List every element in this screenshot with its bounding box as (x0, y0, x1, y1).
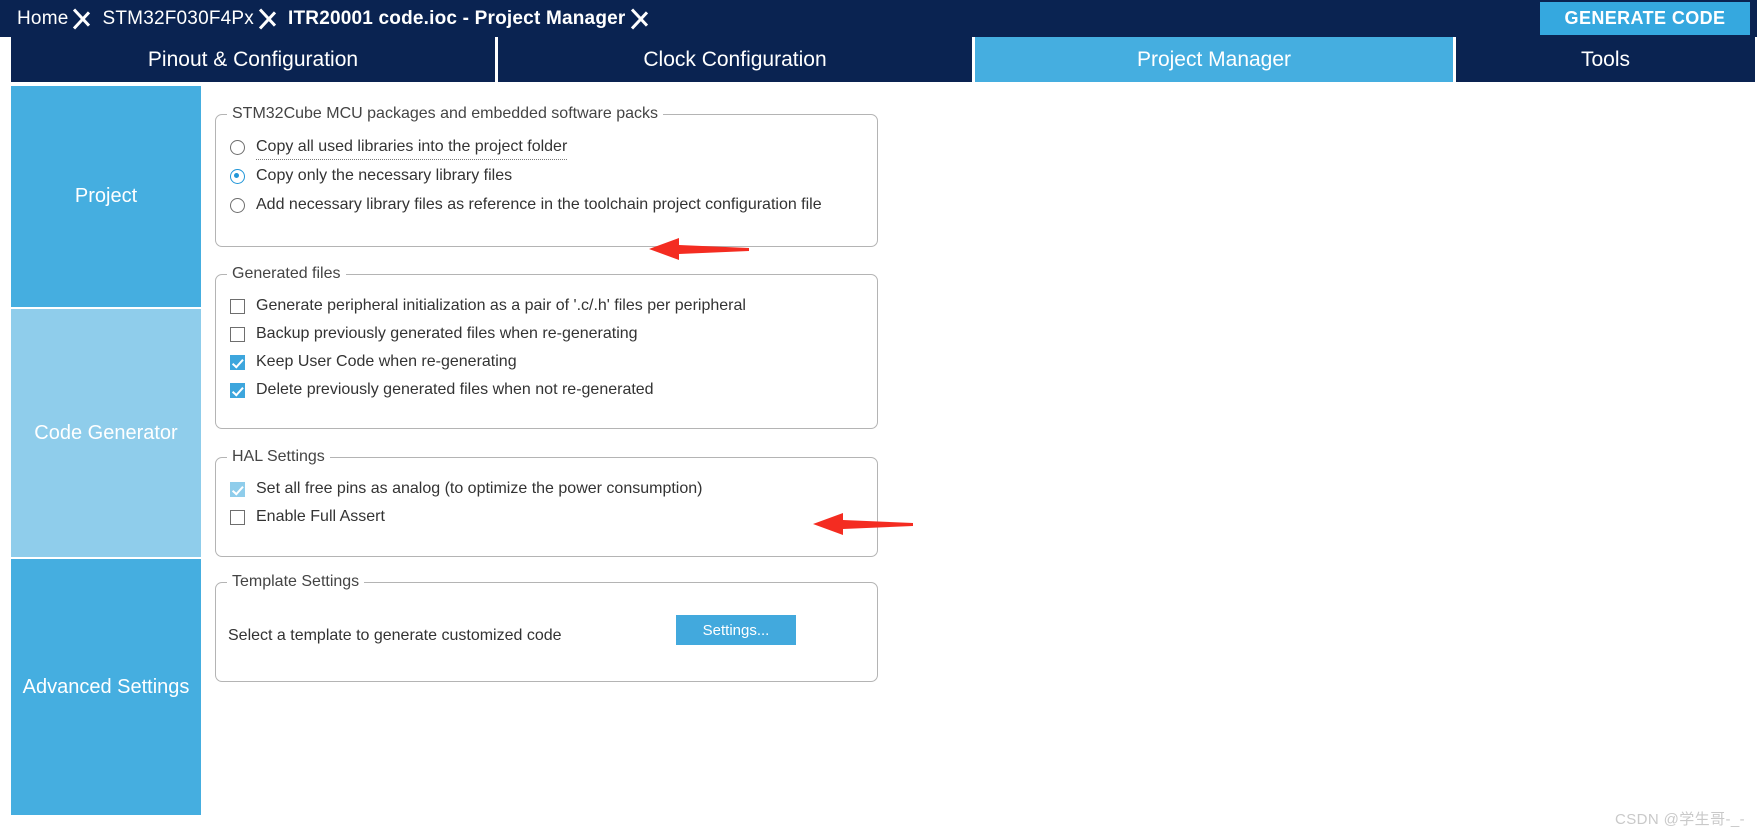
radio-icon (230, 168, 245, 184)
breadcrumb-label: STM32F030F4Px (102, 7, 254, 29)
checkbox-icon (230, 481, 245, 497)
watermark: CSDN @学生哥-_- (1614, 811, 1745, 828)
sidebar-item-advanced-settings[interactable]: Advanced Settings (11, 559, 201, 815)
stm32cubemx-window: Home STM32F030F4Px ITR20001 code.ioc - P… (0, 0, 1757, 839)
option-label: Delete previously generated files when n… (256, 381, 654, 398)
option-label: Set all free pins as analog (to optimize… (256, 480, 703, 497)
checkbox-keep-user-code[interactable]: Keep User Code when re-generating (230, 353, 517, 371)
option-label: Copy all used libraries into the project… (256, 138, 568, 160)
code-generator-panel: STM32Cube MCU packages and embedded soft… (201, 86, 1757, 839)
option-label: Copy only the necessary library files (256, 167, 513, 184)
checkbox-icon (230, 382, 245, 398)
group-generated-files: Generated files Generate peripheral init… (215, 265, 878, 429)
tab-label: Tools (1580, 47, 1631, 71)
main-tab-bar: Pinout & Configuration Clock Configurati… (0, 37, 1757, 82)
breadcrumb-label: Home (17, 7, 69, 29)
breadcrumb-item-mcu[interactable]: STM32F030F4Px (102, 0, 254, 37)
project-manager-sidebar: Project Code Generator Advanced Settings (11, 86, 201, 839)
checkbox-delete-previously-generated[interactable]: Delete previously generated files when n… (230, 381, 654, 399)
group-title: Template Settings (227, 573, 365, 591)
tab-label: Project Manager (1136, 47, 1292, 71)
checkbox-enable-full-assert[interactable]: Enable Full Assert (230, 508, 385, 526)
breadcrumb-label: ITR20001 code.ioc - Project Manager (287, 7, 626, 29)
template-description: Select a template to generate customized… (228, 627, 562, 644)
group-template-settings: Template Settings Select a template to g… (215, 573, 878, 682)
checkbox-icon (230, 326, 245, 342)
sidebar-item-project[interactable]: Project (11, 86, 201, 309)
tab-label: Pinout & Configuration (147, 47, 359, 71)
group-title: HAL Settings (227, 448, 330, 466)
checkbox-generate-peripheral-init-pair[interactable]: Generate peripheral initialization as a … (230, 297, 746, 315)
option-label: Generate peripheral initialization as a … (256, 297, 746, 314)
radio-copy-all-used-libraries[interactable]: Copy all used libraries into the project… (230, 138, 568, 160)
chevron-right-icon (68, 0, 102, 37)
sidebar-item-label: Project (74, 185, 138, 207)
radio-copy-only-necessary[interactable]: Copy only the necessary library files (230, 167, 512, 185)
checkbox-icon (230, 298, 245, 314)
option-label: Add necessary library files as reference… (256, 196, 822, 213)
chevron-right-icon (254, 0, 288, 37)
sidebar-item-code-generator[interactable]: Code Generator (11, 309, 201, 559)
tab-pinout-configuration[interactable]: Pinout & Configuration (11, 37, 498, 82)
breadcrumb: Home STM32F030F4Px ITR20001 code.ioc - P… (0, 0, 1757, 37)
option-label: Enable Full Assert (256, 508, 385, 525)
group-title: Generated files (227, 265, 346, 283)
sidebar-item-label: Advanced Settings (22, 675, 190, 698)
checkbox-set-free-pins-analog[interactable]: Set all free pins as analog (to optimize… (230, 480, 702, 498)
template-settings-button[interactable]: Settings... (676, 615, 796, 645)
group-title: STM32Cube MCU packages and embedded soft… (227, 105, 663, 123)
group-hal-settings: HAL Settings Set all free pins as analog… (215, 448, 878, 557)
tab-clock-configuration[interactable]: Clock Configuration (498, 37, 975, 82)
tab-project-manager[interactable]: Project Manager (975, 37, 1456, 82)
radio-icon (230, 139, 245, 155)
option-label: Keep User Code when re-generating (256, 353, 517, 370)
radio-add-as-reference[interactable]: Add necessary library files as reference… (230, 196, 822, 214)
checkbox-icon (230, 509, 245, 525)
group-mcu-packages: STM32Cube MCU packages and embedded soft… (215, 105, 878, 247)
generate-code-button[interactable]: GENERATE CODE (1540, 2, 1750, 35)
sidebar-item-label: Code Generator (34, 421, 178, 444)
option-label: Backup previously generated files when r… (256, 325, 638, 342)
chevron-right-icon (626, 0, 660, 37)
radio-icon (230, 197, 245, 213)
breadcrumb-item-home[interactable]: Home (0, 0, 68, 37)
tab-tools[interactable]: Tools (1456, 37, 1755, 82)
checkbox-icon (230, 354, 245, 370)
checkbox-backup-previously-generated[interactable]: Backup previously generated files when r… (230, 325, 638, 343)
breadcrumb-item-project[interactable]: ITR20001 code.ioc - Project Manager (288, 0, 626, 37)
tab-label: Clock Configuration (643, 47, 827, 71)
